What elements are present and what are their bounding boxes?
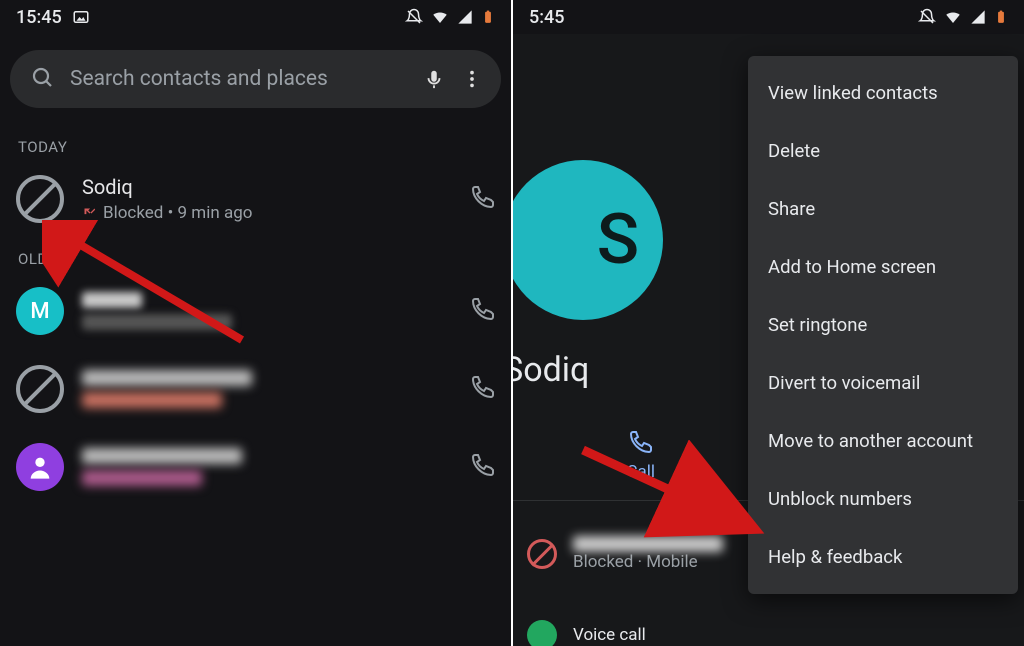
voice-row[interactable]: Voice call	[527, 620, 1010, 646]
contact-detail-screen: 5:45 x S Sodiq Call T Blocked · Mobile V…	[513, 0, 1024, 646]
wifi-icon	[944, 8, 962, 26]
menu-divert-voicemail[interactable]: Divert to voicemail	[748, 354, 1018, 412]
menu-add-home[interactable]: Add to Home screen	[748, 238, 1018, 296]
phone-recents-screen: 15:45 x Search contacts and places TODAY…	[0, 0, 511, 646]
svg-text:x: x	[460, 11, 464, 20]
call-back-icon[interactable]	[471, 297, 495, 325]
dnd-icon	[918, 8, 936, 26]
overflow-menu: View linked contacts Delete Share Add to…	[748, 56, 1018, 594]
blocked-avatar-icon	[16, 175, 64, 223]
section-older: OLDER	[0, 240, 511, 274]
wifi-icon	[431, 8, 449, 26]
status-time: 5:45	[529, 7, 564, 28]
status-time: 15:45	[16, 7, 62, 28]
menu-share[interactable]: Share	[748, 180, 1018, 238]
call-row-2[interactable]	[0, 352, 511, 430]
image-icon	[72, 8, 90, 26]
call-back-icon[interactable]	[471, 453, 495, 481]
section-today: TODAY	[0, 128, 511, 162]
redacted-sub	[82, 392, 222, 408]
menu-view-linked[interactable]: View linked contacts	[748, 64, 1018, 122]
avatar-letter: M	[16, 287, 64, 335]
dnd-icon	[405, 8, 423, 26]
signal-icon: x	[457, 9, 473, 25]
caller-sub: Blocked • 9 min ago	[103, 203, 252, 223]
call-row-3[interactable]	[0, 430, 511, 508]
redacted-number	[573, 536, 723, 552]
contact-name: Sodiq	[513, 350, 589, 390]
call-row-1[interactable]: M	[0, 274, 511, 352]
status-bar: 5:45 x	[513, 0, 1024, 34]
search-placeholder: Search contacts and places	[70, 67, 415, 91]
search-bar[interactable]: Search contacts and places	[10, 50, 501, 108]
call-row-sodiq[interactable]: Sodiq Blocked • 9 min ago	[0, 162, 511, 240]
more-icon[interactable]	[453, 68, 491, 90]
redacted-name	[82, 292, 142, 308]
blocked-avatar-icon	[16, 365, 64, 413]
status-bar: 15:45 x	[0, 0, 511, 34]
redacted-name	[82, 448, 242, 464]
blocked-small-icon	[527, 539, 557, 569]
menu-help-feedback[interactable]: Help & feedback	[748, 528, 1018, 586]
number-sub: Blocked · Mobile	[573, 552, 723, 572]
call-back-icon[interactable]	[471, 375, 495, 403]
action-call[interactable]: Call	[513, 430, 769, 482]
mic-icon[interactable]	[415, 68, 453, 90]
caller-name: Sodiq	[82, 175, 471, 199]
menu-unblock-numbers[interactable]: Unblock numbers	[748, 470, 1018, 528]
redacted-sub	[82, 314, 232, 330]
voice-label: Voice call	[573, 625, 646, 645]
menu-move-account[interactable]: Move to another account	[748, 412, 1018, 470]
call-back-icon[interactable]	[471, 185, 495, 213]
missed-arrow-icon	[82, 206, 97, 221]
menu-delete[interactable]: Delete	[748, 122, 1018, 180]
battery-icon	[481, 8, 495, 26]
person-avatar-icon	[16, 443, 64, 491]
voice-call-icon	[527, 620, 557, 646]
redacted-sub	[82, 470, 202, 486]
menu-set-ringtone[interactable]: Set ringtone	[748, 296, 1018, 354]
redacted-name	[82, 370, 252, 386]
action-call-label: Call	[626, 462, 655, 482]
signal-icon: x	[970, 9, 986, 25]
battery-icon	[994, 8, 1008, 26]
search-icon	[30, 65, 54, 93]
svg-text:x: x	[973, 11, 977, 20]
